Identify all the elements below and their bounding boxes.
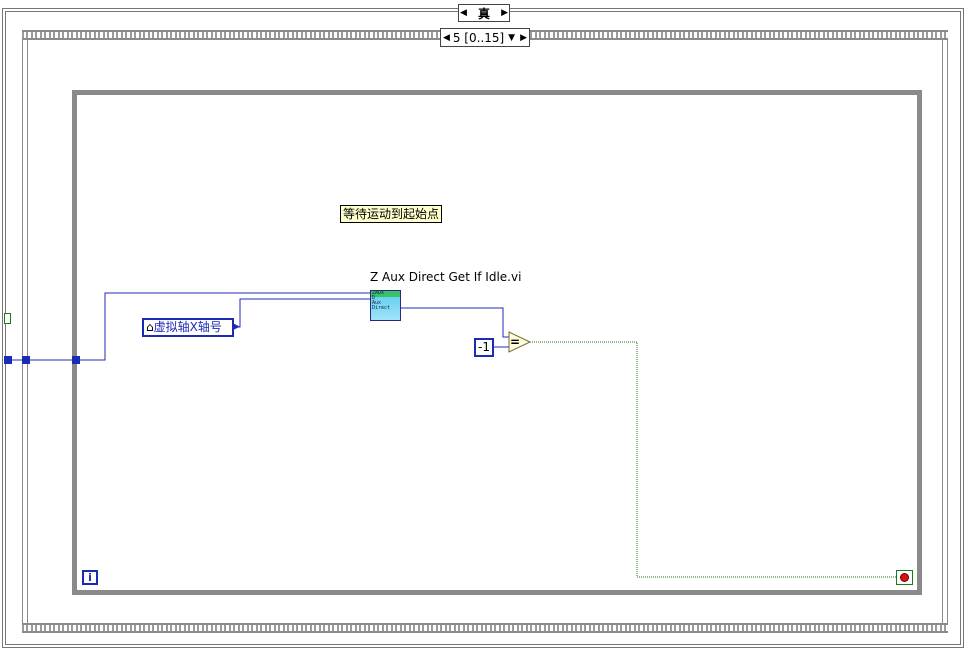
global-variable-axis-x[interactable]: ⌂虚拟轴X轴号 (142, 318, 234, 337)
loop-input-tunnel[interactable] (72, 356, 80, 364)
equal-function[interactable]: = (510, 335, 520, 349)
iteration-terminal[interactable]: i (82, 570, 98, 585)
subvi-label[interactable]: Z Aux Direct Get If Idle.vi (370, 270, 521, 284)
stop-if-true-icon (900, 573, 909, 582)
sequence-input-tunnel[interactable] (22, 356, 30, 364)
case-boolean-tunnel[interactable] (4, 313, 11, 324)
subvi-icon[interactable]: ZAUX D Aux Direct (370, 290, 401, 321)
subvi-icon-text-4: Direct (372, 305, 391, 311)
global-variable-name: 虚拟轴X轴号 (153, 320, 222, 334)
wire-axis-number (238, 298, 372, 328)
wire-boolean-stop (530, 341, 897, 578)
case-input-tunnel[interactable] (4, 356, 12, 364)
house-icon: ⌂ (146, 320, 154, 334)
stop-terminal[interactable] (896, 570, 913, 585)
global-variable-output-arrow: ▶ (233, 322, 240, 332)
numeric-constant[interactable]: -1 (474, 338, 494, 357)
comment-label[interactable]: 等待运动到起始点 (340, 205, 443, 223)
wire-subvi-output (401, 307, 512, 338)
